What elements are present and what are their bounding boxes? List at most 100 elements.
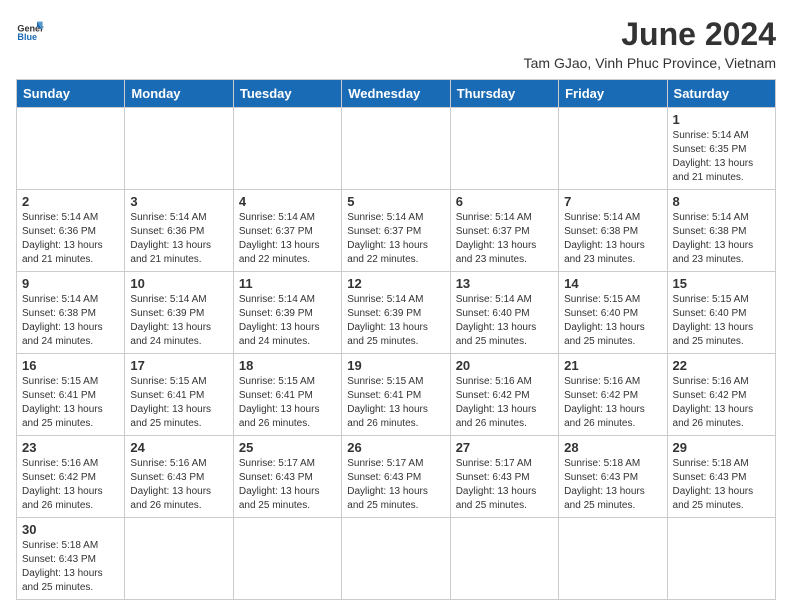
day-number: 26 — [347, 440, 444, 455]
calendar-cell: 23Sunrise: 5:16 AM Sunset: 6:42 PM Dayli… — [17, 436, 125, 518]
day-info: Sunrise: 5:15 AM Sunset: 6:40 PM Dayligh… — [564, 293, 661, 349]
day-number: 1 — [673, 112, 770, 127]
day-info: Sunrise: 5:14 AM Sunset: 6:38 PM Dayligh… — [564, 211, 661, 267]
week-row-2: 2 Sunrise: 5:14 AM Sunset: 6:36 PM Daylig… — [17, 190, 776, 272]
week-row-1: 1Sunrise: 5:14 AM Sunset: 6:35 PM Daylig… — [17, 108, 776, 190]
calendar-cell — [342, 108, 450, 190]
day-number: 6 — [456, 194, 553, 209]
day-info: Sunrise: 5:14 AM Sunset: 6:36 PM Dayligh… — [130, 211, 227, 267]
calendar-header-row: SundayMondayTuesdayWednesdayThursdayFrid… — [17, 80, 776, 108]
day-info: Sunrise: 5:14 AM Sunset: 6:36 PM Dayligh… — [22, 211, 119, 267]
calendar-cell: 29 Sunrise: 5:18 AM Sunset: 6:43 PM Dayli… — [667, 436, 775, 518]
calendar-cell: 10 Sunrise: 5:14 AM Sunset: 6:39 PM Dayli… — [125, 272, 233, 354]
day-info: Sunrise: 5:18 AM Sunset: 6:43 PM Dayligh… — [564, 457, 661, 513]
calendar-cell: 21 Sunrise: 5:16 AM Sunset: 6:42 PM Dayli… — [559, 354, 667, 436]
calendar-cell: 24 Sunrise: 5:16 AM Sunset: 6:43 PM Dayli… — [125, 436, 233, 518]
calendar-cell: 22Sunrise: 5:16 AM Sunset: 6:42 PM Dayli… — [667, 354, 775, 436]
calendar-cell: 7 Sunrise: 5:14 AM Sunset: 6:38 PM Daylig… — [559, 190, 667, 272]
calendar-cell: 19Sunrise: 5:15 AM Sunset: 6:41 PM Dayli… — [342, 354, 450, 436]
col-header-thursday: Thursday — [450, 80, 558, 108]
calendar-cell: 17Sunrise: 5:15 AM Sunset: 6:41 PM Dayli… — [125, 354, 233, 436]
col-header-sunday: Sunday — [17, 80, 125, 108]
location-subtitle: Tam GJao, Vinh Phuc Province, Vietnam — [524, 55, 776, 71]
day-number: 3 — [130, 194, 227, 209]
week-row-4: 16 Sunrise: 5:15 AM Sunset: 6:41 PM Dayli… — [17, 354, 776, 436]
day-info: Sunrise: 5:17 AM Sunset: 6:43 PM Dayligh… — [347, 457, 444, 513]
day-number: 25 — [239, 440, 336, 455]
day-number: 4 — [239, 194, 336, 209]
calendar-cell: 18Sunrise: 5:15 AM Sunset: 6:41 PM Dayli… — [233, 354, 341, 436]
calendar-cell — [559, 108, 667, 190]
day-info: Sunrise: 5:14 AM Sunset: 6:37 PM Dayligh… — [347, 211, 444, 267]
col-header-monday: Monday — [125, 80, 233, 108]
month-year-title: June 2024 — [524, 16, 776, 53]
week-row-6: 30Sunrise: 5:18 AM Sunset: 6:43 PM Dayli… — [17, 518, 776, 600]
calendar-cell: 20 Sunrise: 5:16 AM Sunset: 6:42 PM Dayli… — [450, 354, 558, 436]
calendar-cell: 1Sunrise: 5:14 AM Sunset: 6:35 PM Daylig… — [667, 108, 775, 190]
day-number: 8 — [673, 194, 770, 209]
day-info: Sunrise: 5:14 AM Sunset: 6:37 PM Dayligh… — [456, 211, 553, 267]
day-number: 2 — [22, 194, 119, 209]
calendar-cell — [559, 518, 667, 600]
day-info: Sunrise: 5:14 AM Sunset: 6:39 PM Dayligh… — [347, 293, 444, 349]
calendar-cell: 8 Sunrise: 5:14 AM Sunset: 6:38 PM Daylig… — [667, 190, 775, 272]
day-number: 16 — [22, 358, 119, 373]
day-number: 27 — [456, 440, 553, 455]
day-info: Sunrise: 5:15 AM Sunset: 6:41 PM Dayligh… — [347, 375, 444, 431]
calendar-cell: 9 Sunrise: 5:14 AM Sunset: 6:38 PM Daylig… — [17, 272, 125, 354]
day-number: 24 — [130, 440, 227, 455]
title-block: June 2024 Tam GJao, Vinh Phuc Province, … — [524, 16, 776, 71]
col-header-friday: Friday — [559, 80, 667, 108]
calendar-table: SundayMondayTuesdayWednesdayThursdayFrid… — [16, 79, 776, 600]
day-number: 12 — [347, 276, 444, 291]
calendar-cell: 12 Sunrise: 5:14 AM Sunset: 6:39 PM Dayli… — [342, 272, 450, 354]
calendar-cell: 16Sunrise: 5:15 AM Sunset: 6:41 PM Dayli… — [17, 354, 125, 436]
day-number: 15 — [673, 276, 770, 291]
day-number: 20 — [456, 358, 553, 373]
day-number: 9 — [22, 276, 119, 291]
day-number: 10 — [130, 276, 227, 291]
week-row-5: 23Sunrise: 5:16 AM Sunset: 6:42 PM Dayli… — [17, 436, 776, 518]
calendar-cell: 11Sunrise: 5:14 AM Sunset: 6:39 PM Dayli… — [233, 272, 341, 354]
svg-text:Blue: Blue — [17, 32, 37, 42]
day-info: Sunrise: 5:14 AM Sunset: 6:39 PM Dayligh… — [130, 293, 227, 349]
calendar-cell: 25 Sunrise: 5:17 AM Sunset: 6:43 PM Dayli… — [233, 436, 341, 518]
calendar-cell: 28 Sunrise: 5:18 AM Sunset: 6:43 PM Dayli… — [559, 436, 667, 518]
logo: General Blue — [16, 16, 44, 44]
day-number: 11 — [239, 276, 336, 291]
calendar-cell: 5Sunrise: 5:14 AM Sunset: 6:37 PM Daylig… — [342, 190, 450, 272]
day-info: Sunrise: 5:16 AM Sunset: 6:43 PM Dayligh… — [130, 457, 227, 513]
day-info: Sunrise: 5:16 AM Sunset: 6:42 PM Dayligh… — [673, 375, 770, 431]
day-info: Sunrise: 5:18 AM Sunset: 6:43 PM Dayligh… — [22, 539, 119, 595]
day-info: Sunrise: 5:18 AM Sunset: 6:43 PM Dayligh… — [673, 457, 770, 513]
day-number: 28 — [564, 440, 661, 455]
day-number: 14 — [564, 276, 661, 291]
day-number: 29 — [673, 440, 770, 455]
calendar-cell: 27Sunrise: 5:17 AM Sunset: 6:43 PM Dayli… — [450, 436, 558, 518]
day-info: Sunrise: 5:14 AM Sunset: 6:38 PM Dayligh… — [673, 211, 770, 267]
calendar-cell: 26 Sunrise: 5:17 AM Sunset: 6:43 PM Dayli… — [342, 436, 450, 518]
calendar-cell — [125, 108, 233, 190]
day-info: Sunrise: 5:14 AM Sunset: 6:38 PM Dayligh… — [22, 293, 119, 349]
day-info: Sunrise: 5:16 AM Sunset: 6:42 PM Dayligh… — [456, 375, 553, 431]
day-number: 21 — [564, 358, 661, 373]
logo-icon: General Blue — [16, 16, 44, 44]
day-number: 7 — [564, 194, 661, 209]
calendar-cell: 13 Sunrise: 5:14 AM Sunset: 6:40 PM Dayli… — [450, 272, 558, 354]
calendar-cell: 2 Sunrise: 5:14 AM Sunset: 6:36 PM Daylig… — [17, 190, 125, 272]
calendar-cell: 4Sunrise: 5:14 AM Sunset: 6:37 PM Daylig… — [233, 190, 341, 272]
day-info: Sunrise: 5:17 AM Sunset: 6:43 PM Dayligh… — [239, 457, 336, 513]
calendar-cell: 15Sunrise: 5:15 AM Sunset: 6:40 PM Dayli… — [667, 272, 775, 354]
week-row-3: 9 Sunrise: 5:14 AM Sunset: 6:38 PM Daylig… — [17, 272, 776, 354]
calendar-cell — [450, 108, 558, 190]
calendar-cell — [125, 518, 233, 600]
day-number: 13 — [456, 276, 553, 291]
day-number: 17 — [130, 358, 227, 373]
day-info: Sunrise: 5:14 AM Sunset: 6:40 PM Dayligh… — [456, 293, 553, 349]
calendar-cell: 6 Sunrise: 5:14 AM Sunset: 6:37 PM Daylig… — [450, 190, 558, 272]
col-header-saturday: Saturday — [667, 80, 775, 108]
day-info: Sunrise: 5:16 AM Sunset: 6:42 PM Dayligh… — [564, 375, 661, 431]
calendar-cell — [667, 518, 775, 600]
col-header-tuesday: Tuesday — [233, 80, 341, 108]
col-header-wednesday: Wednesday — [342, 80, 450, 108]
